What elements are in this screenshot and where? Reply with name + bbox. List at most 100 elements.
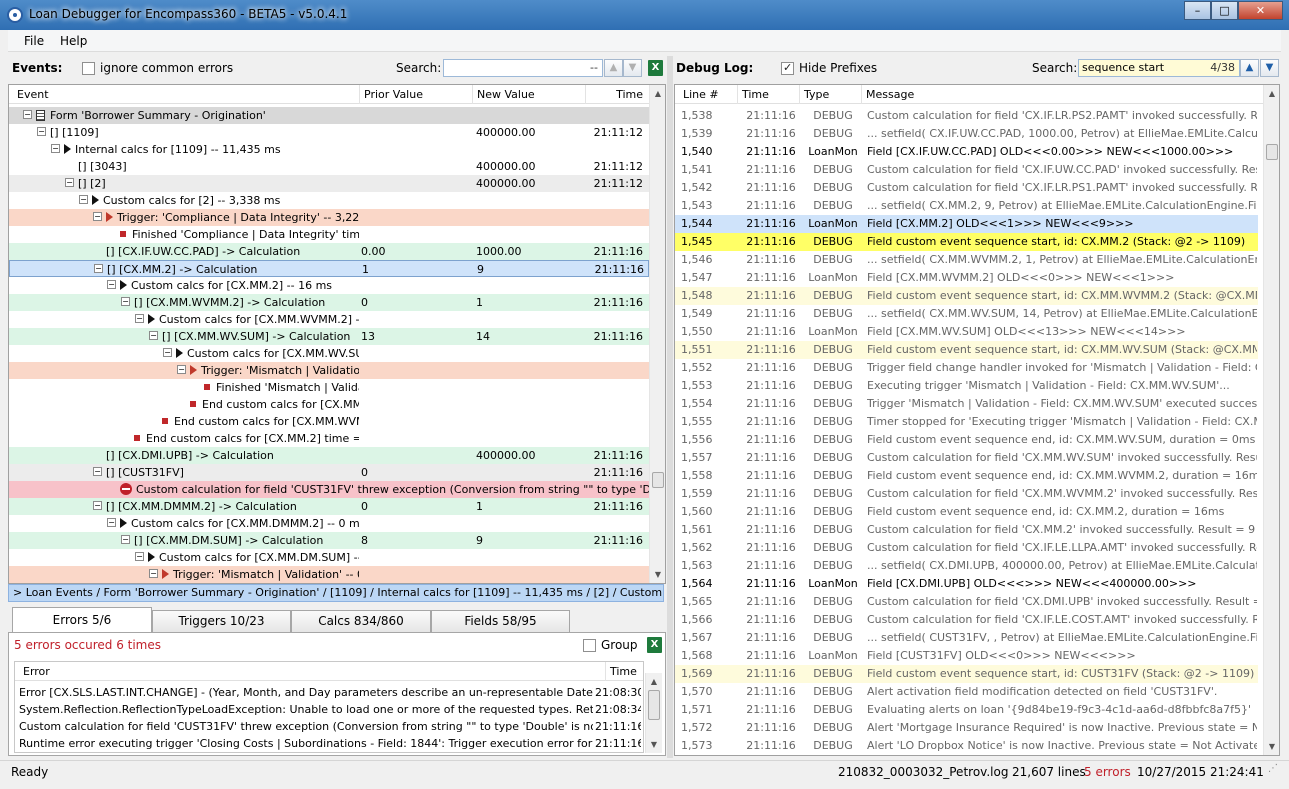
log-row[interactable]: 1,555 21:11:16 DEBUG Timer stopped for 'Exe… <box>675 413 1258 431</box>
collapse-icon[interactable]: − <box>135 552 144 561</box>
event-row[interactable]: −[] [CUST31FV] 0 21:11:16 <box>9 464 649 481</box>
events-scrollbar[interactable]: ▲ ▼ <box>649 85 665 583</box>
log-row[interactable]: 1,545 21:11:16 DEBUG Field custom event seq… <box>675 233 1258 251</box>
log-row[interactable]: 1,556 21:11:16 DEBUG Field custom event seq… <box>675 431 1258 449</box>
event-row[interactable]: −[] [CX.MM.DM.SUM] -> Calculation 8 9 21:11… <box>9 532 649 549</box>
log-row[interactable]: 1,540 21:11:16 LoanMon Field [CX.IF.UW.CC.P… <box>675 143 1258 161</box>
col-type[interactable]: Type <box>799 85 861 104</box>
log-row[interactable]: 1,559 21:11:16 DEBUG Custom calculation for… <box>675 485 1258 503</box>
tab-calcs[interactable]: Calcs 834/860 <box>291 610 431 632</box>
log-row[interactable]: 1,546 21:11:16 DEBUG ... setfield( CX.MM.WV… <box>675 251 1258 269</box>
log-row[interactable]: 1,549 21:11:16 DEBUG ... setfield( CX.MM.WV… <box>675 305 1258 323</box>
event-row[interactable]: − Custom calcs for [2] -- 3,338 ms <box>9 192 649 209</box>
errors-scrollbar[interactable]: ▲ ▼ <box>645 673 662 753</box>
tab-fields[interactable]: Fields 58/95 <box>431 610 570 632</box>
event-row[interactable]: −[] [CX.MM.WV.SUM] -> Calculation 13 14 21:… <box>9 328 649 345</box>
col-time[interactable]: Time <box>585 85 649 104</box>
errors-scroll-up-icon[interactable]: ▲ <box>646 673 662 690</box>
log-scroll-thumb[interactable] <box>1266 144 1278 160</box>
errors-scroll-thumb[interactable] <box>648 690 660 720</box>
log-row[interactable]: 1,550 21:11:16 LoanMon Field [CX.MM.WV.SUM]… <box>675 323 1258 341</box>
collapse-icon[interactable]: − <box>135 314 144 323</box>
menu-file[interactable]: File <box>24 34 44 48</box>
tab-triggers[interactable]: Triggers 10/23 <box>152 610 291 632</box>
event-row[interactable]: − Trigger: 'Mismatch | Validation' -- 0 m… <box>9 362 649 379</box>
event-row[interactable]: − Custom calcs for [CX.MM.DM.SUM] -- 0 ms <box>9 549 649 566</box>
collapse-icon[interactable]: − <box>23 110 32 119</box>
event-row[interactable]: −[] [CX.MM.DMMM.2] -> Calculation 0 1 21:11… <box>9 498 649 515</box>
scroll-down-icon[interactable]: ▼ <box>650 566 665 583</box>
event-row[interactable]: [] [CX.IF.UW.CC.PAD] -> Calculation 0.00 1… <box>9 243 649 260</box>
errors-excel-export-icon[interactable]: X <box>647 637 662 653</box>
scroll-thumb[interactable] <box>652 472 664 488</box>
event-row[interactable]: Finished 'Compliance | Data Integrity' t… <box>9 226 649 243</box>
event-row[interactable]: Custom calculation for field 'CUST31FV' … <box>9 481 649 498</box>
event-row[interactable]: End custom calcs for [CX.MM.WV.SUM] time… <box>9 396 649 413</box>
log-scroll-down-icon[interactable]: ▼ <box>1264 738 1279 755</box>
log-row[interactable]: 1,572 21:11:16 DEBUG Alert 'Mortgage Insura… <box>675 719 1258 737</box>
log-row[interactable]: 1,565 21:11:16 DEBUG Custom calculation for… <box>675 593 1258 611</box>
maximize-button[interactable]: □ <box>1211 1 1238 20</box>
collapse-icon[interactable]: − <box>107 518 116 527</box>
log-row[interactable]: 1,567 21:11:16 DEBUG ... setfield( CUST31FV… <box>675 629 1258 647</box>
col-prior-value[interactable]: Prior Value <box>359 85 472 104</box>
ignore-errors-checkbox[interactable] <box>82 62 95 75</box>
collapse-icon[interactable]: − <box>177 365 186 374</box>
collapse-icon[interactable]: − <box>79 195 88 204</box>
log-row[interactable]: 1,551 21:11:16 DEBUG Field custom event seq… <box>675 341 1258 359</box>
event-row[interactable]: −[] [1109] 400000.00 21:11:12 <box>9 124 649 141</box>
breadcrumb[interactable]: > Loan Events / Form 'Borrower Summary -… <box>8 584 664 602</box>
events-search-input[interactable]: -- <box>443 59 603 77</box>
log-row[interactable]: 1,553 21:11:16 DEBUG Executing trigger 'Mis… <box>675 377 1258 395</box>
log-row[interactable]: 1,566 21:11:16 DEBUG Custom calculation for… <box>675 611 1258 629</box>
event-row[interactable]: − Custom calcs for [CX.MM.WV.SUM] -- 0 ms <box>9 345 649 362</box>
error-row[interactable]: Runtime error executing trigger 'Closing… <box>15 735 643 752</box>
hide-prefixes-checkbox[interactable] <box>781 61 794 75</box>
log-row[interactable]: 1,557 21:11:16 DEBUG Custom calculation for… <box>675 449 1258 467</box>
collapse-icon[interactable]: − <box>121 297 130 306</box>
collapse-icon[interactable]: − <box>93 501 102 510</box>
debuglog-scrollbar[interactable]: ▲ ▼ <box>1263 85 1279 755</box>
close-button[interactable]: ✕ <box>1238 1 1283 20</box>
debuglog-search-input[interactable]: sequence start 4/38 <box>1078 59 1240 77</box>
log-row[interactable]: 1,552 21:11:16 DEBUG Trigger field change h… <box>675 359 1258 377</box>
event-row[interactable]: −[] [2] 400000.00 21:11:12 <box>9 175 649 192</box>
collapse-icon[interactable]: − <box>93 212 102 221</box>
log-row[interactable]: 1,542 21:11:16 DEBUG Custom calculation for… <box>675 179 1258 197</box>
collapse-icon[interactable]: − <box>51 144 60 153</box>
events-search-prev-button[interactable]: ▲ <box>604 59 623 77</box>
collapse-icon[interactable]: − <box>149 331 158 340</box>
log-row[interactable]: 1,543 21:11:16 DEBUG ... setfield( CX.MM.2,… <box>675 197 1258 215</box>
error-row[interactable]: Custom calculation for field 'CUST31FV' … <box>15 718 643 735</box>
log-scroll-up-icon[interactable]: ▲ <box>1264 85 1279 102</box>
log-row[interactable]: 1,568 21:11:16 LoanMon Field [CUST31FV] OLD… <box>675 647 1258 665</box>
col-line[interactable]: Line # <box>679 85 719 104</box>
minimize-button[interactable]: – <box>1184 1 1211 20</box>
debuglog-search-next-button[interactable]: ▼ <box>1260 59 1279 77</box>
event-row[interactable]: Finished 'Mismatch | Validation' time = … <box>9 379 649 396</box>
col-new-value[interactable]: New Value <box>472 85 585 104</box>
log-row[interactable]: 1,564 21:11:16 LoanMon Field [CX.DMI.UPB] O… <box>675 575 1258 593</box>
collapse-icon[interactable]: − <box>94 264 103 273</box>
error-row[interactable]: Error [CX.SLS.LAST.INT.CHANGE] - (Year, … <box>15 684 643 701</box>
col-error-time[interactable]: Time <box>605 662 643 681</box>
log-row[interactable]: 1,573 21:11:16 DEBUG Alert 'LO Dropbox Noti… <box>675 737 1258 755</box>
group-checkbox[interactable] <box>583 639 596 652</box>
log-row[interactable]: 1,538 21:11:16 DEBUG Custom calculation for… <box>675 107 1258 125</box>
event-row[interactable]: − Custom calcs for [CX.MM.2] -- 16 ms <box>9 277 649 294</box>
scroll-up-icon[interactable]: ▲ <box>650 85 665 102</box>
errors-scroll-down-icon[interactable]: ▼ <box>646 736 662 753</box>
resize-grip-icon[interactable]: ⋰ <box>1268 763 1278 774</box>
debuglog-search-prev-button[interactable]: ▲ <box>1240 59 1259 77</box>
col-event[interactable]: Event <box>13 85 49 104</box>
log-row[interactable]: 1,539 21:11:16 DEBUG ... setfield( CX.IF.UW… <box>675 125 1258 143</box>
collapse-icon[interactable]: − <box>149 569 158 578</box>
event-row[interactable]: − Internal calcs for [1109] -- 11,435 ms <box>9 141 649 158</box>
error-row[interactable]: System.Reflection.ReflectionTypeLoadExce… <box>15 701 643 718</box>
event-row[interactable]: End custom calcs for [CX.MM.WVMM.2] time… <box>9 413 649 430</box>
event-row[interactable]: −[] [CX.MM.WVMM.2] -> Calculation 0 1 21:11… <box>9 294 649 311</box>
excel-export-icon[interactable]: X <box>648 60 663 76</box>
collapse-icon[interactable]: − <box>93 467 102 476</box>
log-row[interactable]: 1,571 21:11:16 DEBUG Evaluating alerts on l… <box>675 701 1258 719</box>
collapse-icon[interactable]: − <box>65 178 74 187</box>
